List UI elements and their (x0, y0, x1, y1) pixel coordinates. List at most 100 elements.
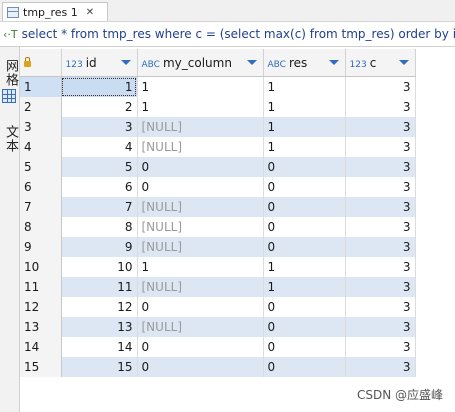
cell-id[interactable]: 8 (61, 217, 138, 237)
cell-my_column[interactable]: [NULL] (137, 217, 264, 237)
cell-res[interactable]: 0 (263, 157, 346, 177)
column-header-c[interactable]: 123 c (345, 49, 416, 77)
table-row[interactable]: 5 5 0 0 3 (20, 157, 416, 177)
table-row[interactable]: 10 10 1 1 3 (20, 257, 416, 277)
cell-my_column[interactable]: [NULL] (137, 317, 264, 337)
cell-id[interactable]: 3 (61, 117, 138, 137)
cell-my_column[interactable]: [NULL] (137, 137, 264, 157)
table-row[interactable]: 7 7 [NULL] 0 3 (20, 197, 416, 217)
table-row[interactable]: 6 6 0 0 3 (20, 177, 416, 197)
row-number[interactable]: 8 (20, 217, 62, 237)
cell-id[interactable]: 15 (61, 357, 138, 377)
cell-my_column[interactable]: 1 (137, 97, 264, 117)
cell-my_column[interactable]: 0 (137, 297, 264, 317)
cell-res[interactable]: 0 (263, 357, 346, 377)
table-row[interactable]: 1 1 1 1 3 (20, 76, 416, 97)
row-number[interactable]: 15 (20, 357, 62, 377)
cell-res[interactable]: 0 (263, 297, 346, 317)
cell-c[interactable]: 3 (345, 117, 416, 137)
cell-id[interactable]: 14 (61, 337, 138, 357)
cell-res[interactable]: 1 (263, 76, 346, 97)
cell-c[interactable]: 3 (345, 297, 416, 317)
cell-id[interactable]: 2 (61, 97, 138, 117)
cell-c[interactable]: 3 (345, 217, 416, 237)
table-row[interactable]: 8 8 [NULL] 0 3 (20, 217, 416, 237)
row-number[interactable]: 12 (20, 297, 62, 317)
cell-my_column[interactable]: [NULL] (137, 197, 264, 217)
cell-res[interactable]: 1 (263, 277, 346, 297)
cell-id[interactable]: 10 (61, 257, 138, 277)
row-number[interactable]: 11 (20, 277, 62, 297)
table-row[interactable]: 9 9 [NULL] 0 3 (20, 237, 416, 257)
table-row[interactable]: 4 4 [NULL] 1 3 (20, 137, 416, 157)
table-row[interactable]: 13 13 [NULL] 0 3 (20, 317, 416, 337)
cell-c[interactable]: 3 (345, 137, 416, 157)
cell-my_column[interactable]: 0 (137, 177, 264, 197)
sort-arrow-icon[interactable] (246, 60, 257, 65)
cell-id[interactable]: 5 (61, 157, 138, 177)
cell-my_column[interactable]: 1 (137, 76, 264, 97)
row-number[interactable]: 4 (20, 137, 62, 157)
cell-my_column[interactable]: [NULL] (137, 237, 264, 257)
cell-my_column[interactable]: [NULL] (137, 277, 264, 297)
cell-c[interactable]: 3 (345, 177, 416, 197)
row-number[interactable]: 10 (20, 257, 62, 277)
column-header-my_column[interactable]: ABC my_column (137, 49, 264, 77)
sort-arrow-icon[interactable] (120, 60, 131, 65)
cell-my_column[interactable]: 0 (137, 337, 264, 357)
cell-res[interactable]: 0 (263, 317, 346, 337)
text-view-toggle[interactable]: 文本 (1, 125, 20, 153)
cell-res[interactable]: 1 (263, 137, 346, 157)
cell-c[interactable]: 3 (345, 277, 416, 297)
cell-c[interactable]: 3 (345, 357, 416, 377)
cell-c[interactable]: 3 (345, 76, 416, 97)
cell-c[interactable]: 3 (345, 197, 416, 217)
row-number[interactable]: 5 (20, 157, 62, 177)
table-row[interactable]: 12 12 0 0 3 (20, 297, 416, 317)
row-number[interactable]: 1 (20, 76, 62, 97)
cell-id[interactable]: 4 (61, 137, 138, 157)
cell-c[interactable]: 3 (345, 97, 416, 117)
cell-c[interactable]: 3 (345, 157, 416, 177)
table-row[interactable]: 2 2 1 1 3 (20, 97, 416, 117)
column-header-res[interactable]: ABC res (263, 49, 346, 77)
cell-res[interactable]: 1 (263, 257, 346, 277)
cell-res[interactable]: 1 (263, 97, 346, 117)
sql-query-bar[interactable]: ‹·T select * from tmp_res where c = (sel… (0, 22, 455, 47)
cell-res[interactable]: 1 (263, 117, 346, 137)
cell-id[interactable]: 7 (61, 197, 138, 217)
cell-res[interactable]: 0 (263, 217, 346, 237)
cell-my_column[interactable]: [NULL] (137, 117, 264, 137)
row-number[interactable]: 3 (20, 117, 62, 137)
row-number[interactable]: 9 (20, 237, 62, 257)
cell-id[interactable]: 9 (61, 237, 138, 257)
row-number[interactable]: 14 (20, 337, 62, 357)
cell-my_column[interactable]: 1 (137, 257, 264, 277)
cell-id[interactable]: 6 (61, 177, 138, 197)
cell-id[interactable]: 11 (61, 277, 138, 297)
cell-id[interactable]: 13 (61, 317, 138, 337)
table-row[interactable]: 15 15 0 0 3 (20, 357, 416, 377)
cell-c[interactable]: 3 (345, 257, 416, 277)
row-number[interactable]: 6 (20, 177, 62, 197)
grid-view-toggle[interactable]: 网格 (1, 59, 20, 87)
cell-res[interactable]: 0 (263, 337, 346, 357)
row-number-header[interactable] (20, 49, 62, 77)
cell-my_column[interactable]: 0 (137, 157, 264, 177)
cell-id[interactable]: 1 (61, 76, 138, 97)
sort-arrow-icon[interactable] (398, 60, 409, 65)
cell-c[interactable]: 3 (345, 317, 416, 337)
row-number[interactable]: 7 (20, 197, 62, 217)
cell-c[interactable]: 3 (345, 337, 416, 357)
column-header-id[interactable]: 123 id (61, 49, 138, 77)
cell-id[interactable]: 12 (61, 297, 138, 317)
table-row[interactable]: 14 14 0 0 3 (20, 337, 416, 357)
cell-res[interactable]: 0 (263, 197, 346, 217)
cell-res[interactable]: 0 (263, 237, 346, 257)
cell-c[interactable]: 3 (345, 237, 416, 257)
table-row[interactable]: 3 3 [NULL] 1 3 (20, 117, 416, 137)
table-row[interactable]: 11 11 [NULL] 1 3 (20, 277, 416, 297)
sort-arrow-icon[interactable] (328, 60, 339, 65)
row-number[interactable]: 2 (20, 97, 62, 117)
cell-my_column[interactable]: 0 (137, 357, 264, 377)
